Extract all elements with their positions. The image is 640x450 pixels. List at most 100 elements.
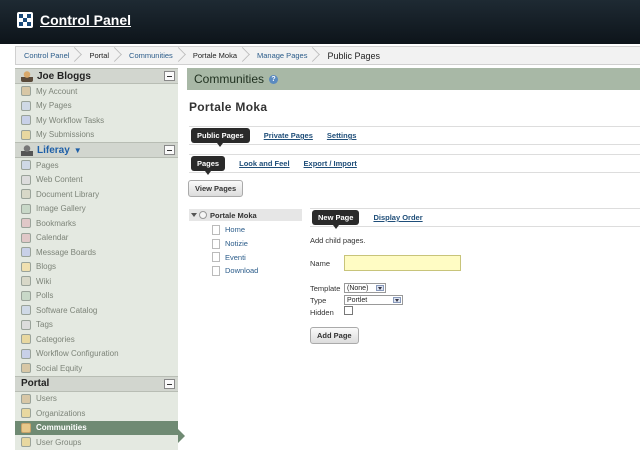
user-section-title: Joe Bloggs bbox=[37, 70, 91, 82]
users-icon bbox=[21, 393, 31, 404]
page-icon bbox=[212, 265, 220, 276]
sidebar-item-bookmarks[interactable]: Bookmarks bbox=[15, 216, 178, 231]
page-icon bbox=[212, 238, 220, 249]
dropdown-arrow-icon[interactable] bbox=[393, 297, 401, 303]
hidden-label: Hidden bbox=[310, 308, 334, 317]
web-content-icon bbox=[21, 174, 31, 185]
community-icon bbox=[21, 144, 33, 156]
sidebar-item-my-account[interactable]: My Account bbox=[15, 84, 178, 99]
sidebar-item-categories[interactable]: Categories bbox=[15, 332, 178, 347]
help-icon[interactable]: ? bbox=[269, 74, 279, 84]
tab-public-pages[interactable]: Public Pages bbox=[191, 128, 250, 147]
breadcrumb-manage-pages[interactable]: Manage Pages bbox=[249, 46, 319, 65]
liferay-section-header[interactable]: Liferay ▼ bbox=[15, 142, 178, 158]
page-form-tabs: New Page Display Order bbox=[310, 208, 640, 229]
message-icon bbox=[21, 247, 31, 258]
sidebar-item-social-equity[interactable]: Social Equity bbox=[15, 361, 178, 376]
section-title-bar: Communities ? bbox=[187, 68, 640, 90]
tag-icon bbox=[21, 319, 31, 330]
tree-root[interactable]: Portale Moka bbox=[189, 209, 302, 221]
view-pages-button[interactable]: View Pages bbox=[188, 180, 244, 197]
wiki-icon bbox=[21, 276, 31, 287]
tree-item-notizie[interactable]: Notizie bbox=[189, 237, 302, 251]
type-select[interactable]: Portlet bbox=[344, 295, 403, 305]
tree-item-home[interactable]: Home bbox=[189, 223, 302, 237]
breadcrumb-portale-moka[interactable]: Portale Moka bbox=[185, 46, 249, 65]
breadcrumb-control-panel[interactable]: Control Panel bbox=[16, 46, 81, 65]
social-icon bbox=[21, 363, 31, 374]
portal-title: Portale Moka bbox=[189, 100, 268, 114]
catalog-icon bbox=[21, 305, 31, 316]
dropdown-arrow-icon[interactable] bbox=[376, 285, 384, 291]
page-icon bbox=[212, 252, 220, 263]
sidebar-item-image-gallery[interactable]: Image Gallery bbox=[15, 202, 178, 217]
sidebar-item-calendar[interactable]: Calendar bbox=[15, 231, 178, 246]
document-icon bbox=[21, 189, 31, 200]
breadcrumb-current: Public Pages bbox=[327, 50, 380, 61]
globe-icon bbox=[199, 211, 207, 219]
template-select[interactable]: (None) bbox=[344, 283, 386, 293]
breadcrumb-portal[interactable]: Portal bbox=[81, 46, 121, 65]
sidebar-item-software-catalog[interactable]: Software Catalog bbox=[15, 303, 178, 318]
sidebar-item-user-groups[interactable]: User Groups bbox=[15, 435, 178, 450]
add-page-button[interactable]: Add Page bbox=[310, 327, 359, 344]
template-label: Template bbox=[310, 284, 341, 293]
sidebar-item-web-content[interactable]: Web Content bbox=[15, 173, 178, 188]
sidebar-item-users[interactable]: Users bbox=[15, 392, 178, 407]
tab-settings[interactable]: Settings bbox=[327, 131, 357, 140]
account-icon bbox=[21, 86, 31, 97]
section-title: Communities bbox=[194, 72, 265, 86]
sidebar-item-communities[interactable]: Communities bbox=[15, 420, 178, 435]
sidebar-item-blogs[interactable]: Blogs bbox=[15, 260, 178, 275]
hidden-checkbox[interactable] bbox=[344, 306, 353, 315]
sidebar-item-my-submissions[interactable]: My Submissions bbox=[15, 128, 178, 143]
portal-section-title: Portal bbox=[21, 378, 50, 389]
sidebar-item-wiki[interactable]: Wiki bbox=[15, 274, 178, 289]
dropdown-arrow-icon[interactable]: ▼ bbox=[74, 146, 82, 155]
liferay-section-title[interactable]: Liferay bbox=[37, 145, 70, 156]
tab-pages[interactable]: Pages bbox=[191, 156, 226, 175]
tab-export-import[interactable]: Export / Import bbox=[304, 159, 357, 168]
breadcrumb-communities[interactable]: Communities bbox=[121, 46, 185, 65]
name-input[interactable] bbox=[344, 255, 461, 271]
sidebar-item-polls[interactable]: Polls bbox=[15, 289, 178, 304]
collapse-icon[interactable] bbox=[164, 145, 175, 155]
sidebar-item-message-boards[interactable]: Message Boards bbox=[15, 245, 178, 260]
page-tree: Portale Moka Home Notizie Eventi Downloa… bbox=[189, 209, 302, 278]
collapse-icon[interactable] bbox=[164, 71, 175, 81]
type-label: Type bbox=[310, 296, 327, 305]
user-icon bbox=[21, 70, 33, 82]
tab-new-page[interactable]: New Page bbox=[312, 210, 360, 229]
sidebar: Joe Bloggs My Account My Pages My Workfl… bbox=[15, 68, 185, 450]
tab-display-order[interactable]: Display Order bbox=[373, 213, 422, 222]
sidebar-item-tags[interactable]: Tags bbox=[15, 318, 178, 333]
pages-tabs: Public Pages Private Pages Settings bbox=[189, 126, 640, 147]
tree-item-eventi[interactable]: Eventi bbox=[189, 250, 302, 264]
tab-look-and-feel[interactable]: Look and Feel bbox=[239, 159, 289, 168]
collapse-icon[interactable] bbox=[164, 378, 175, 389]
image-icon bbox=[21, 203, 31, 214]
add-child-pages-text: Add child pages. bbox=[310, 236, 366, 245]
top-header: Control Panel bbox=[0, 0, 640, 44]
sidebar-item-workflow-configuration[interactable]: Workflow Configuration bbox=[15, 347, 178, 362]
user-section-header[interactable]: Joe Bloggs bbox=[15, 68, 178, 84]
sidebar-item-document-library[interactable]: Document Library bbox=[15, 187, 178, 202]
workflow-icon bbox=[21, 115, 31, 126]
sidebar-item-organizations[interactable]: Organizations bbox=[15, 406, 178, 421]
control-panel-title[interactable]: Control Panel bbox=[40, 12, 131, 28]
category-icon bbox=[21, 334, 31, 345]
sidebar-item-my-workflow-tasks[interactable]: My Workflow Tasks bbox=[15, 113, 178, 128]
tree-item-download[interactable]: Download bbox=[189, 264, 302, 278]
expand-icon[interactable] bbox=[191, 213, 197, 217]
sidebar-item-my-pages[interactable]: My Pages bbox=[15, 99, 178, 114]
blog-icon bbox=[21, 261, 31, 272]
control-panel-logo-icon bbox=[17, 12, 33, 28]
organization-icon bbox=[21, 408, 31, 419]
communities-icon bbox=[21, 422, 31, 433]
tab-private-pages[interactable]: Private Pages bbox=[264, 131, 313, 140]
submissions-icon bbox=[21, 129, 31, 140]
workflow-icon bbox=[21, 348, 31, 359]
user-groups-icon bbox=[21, 437, 31, 448]
portal-section-header[interactable]: Portal bbox=[15, 375, 178, 392]
sidebar-item-pages[interactable]: Pages bbox=[15, 158, 178, 173]
